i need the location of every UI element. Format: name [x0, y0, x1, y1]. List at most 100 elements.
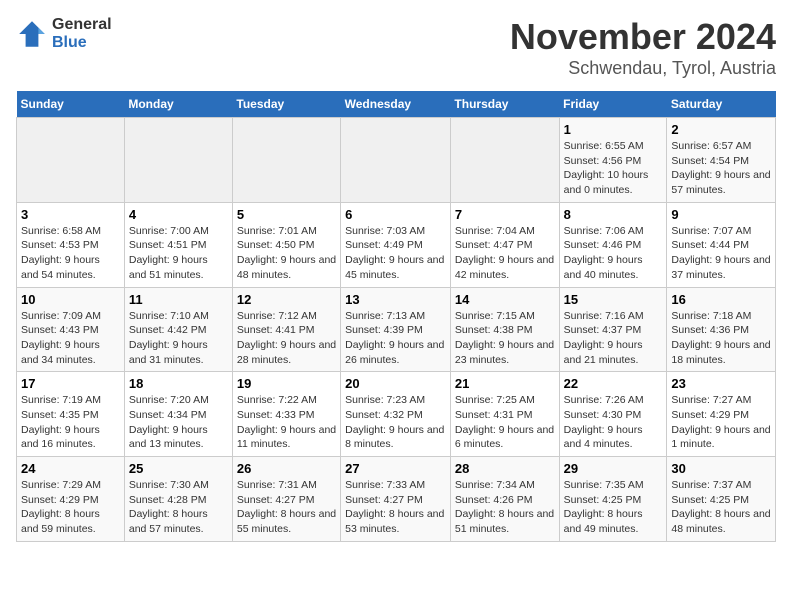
day-info: Sunrise: 7:27 AM Sunset: 4:29 PM Dayligh… — [671, 393, 771, 452]
calendar-week-row: 1 Sunrise: 6:55 AM Sunset: 4:56 PM Daylig… — [17, 118, 776, 203]
calendar-cell: 8 Sunrise: 7:06 AM Sunset: 4:46 PM Daylig… — [559, 202, 667, 287]
calendar-cell: 13 Sunrise: 7:13 AM Sunset: 4:39 PM Dayli… — [341, 287, 451, 372]
day-info: Sunrise: 7:13 AM Sunset: 4:39 PM Dayligh… — [345, 309, 446, 368]
day-info: Sunrise: 7:23 AM Sunset: 4:32 PM Dayligh… — [345, 393, 446, 452]
day-info: Sunrise: 7:25 AM Sunset: 4:31 PM Dayligh… — [455, 393, 555, 452]
day-number: 6 — [345, 207, 446, 222]
day-number: 26 — [237, 461, 336, 476]
day-number: 23 — [671, 376, 771, 391]
day-info: Sunrise: 7:00 AM Sunset: 4:51 PM Dayligh… — [129, 224, 228, 283]
day-info: Sunrise: 7:01 AM Sunset: 4:50 PM Dayligh… — [237, 224, 336, 283]
day-number: 1 — [564, 122, 663, 137]
calendar-cell: 27 Sunrise: 7:33 AM Sunset: 4:27 PM Dayli… — [341, 457, 451, 542]
calendar-cell: 2Sunrise: 6:57 AM Sunset: 4:54 PM Daylig… — [667, 118, 776, 203]
calendar-cell: 7 Sunrise: 7:04 AM Sunset: 4:47 PM Daylig… — [450, 202, 559, 287]
day-info: Sunrise: 7:22 AM Sunset: 4:33 PM Dayligh… — [237, 393, 336, 452]
logo: General Blue — [16, 16, 112, 51]
logo-blue-text: Blue — [52, 34, 112, 52]
weekday-header: Thursday — [450, 91, 559, 118]
calendar: SundayMondayTuesdayWednesdayThursdayFrid… — [16, 91, 776, 542]
day-number: 18 — [129, 376, 228, 391]
weekday-header: Friday — [559, 91, 667, 118]
calendar-cell: 30Sunrise: 7:37 AM Sunset: 4:25 PM Dayli… — [667, 457, 776, 542]
calendar-cell: 18Sunrise: 7:20 AM Sunset: 4:34 PM Dayli… — [124, 372, 232, 457]
calendar-cell — [450, 118, 559, 203]
day-info: Sunrise: 7:29 AM Sunset: 4:29 PM Dayligh… — [21, 478, 120, 537]
day-info: Sunrise: 7:03 AM Sunset: 4:49 PM Dayligh… — [345, 224, 446, 283]
day-number: 25 — [129, 461, 228, 476]
calendar-cell: 14 Sunrise: 7:15 AM Sunset: 4:38 PM Dayli… — [450, 287, 559, 372]
weekday-header: Sunday — [17, 91, 125, 118]
day-number: 28 — [455, 461, 555, 476]
day-number: 22 — [564, 376, 663, 391]
day-number: 19 — [237, 376, 336, 391]
day-info: Sunrise: 7:35 AM Sunset: 4:25 PM Dayligh… — [564, 478, 663, 537]
day-info: Sunrise: 7:16 AM Sunset: 4:37 PM Dayligh… — [564, 309, 663, 368]
day-number: 9 — [671, 207, 771, 222]
day-number: 20 — [345, 376, 446, 391]
calendar-cell: 24 Sunrise: 7:29 AM Sunset: 4:29 PM Dayli… — [17, 457, 125, 542]
day-info: Sunrise: 7:33 AM Sunset: 4:27 PM Dayligh… — [345, 478, 446, 537]
day-number: 11 — [129, 292, 228, 307]
day-info: Sunrise: 7:10 AM Sunset: 4:42 PM Dayligh… — [129, 309, 228, 368]
weekday-header: Monday — [124, 91, 232, 118]
day-info: Sunrise: 7:15 AM Sunset: 4:38 PM Dayligh… — [455, 309, 555, 368]
day-number: 16 — [671, 292, 771, 307]
day-number: 17 — [21, 376, 120, 391]
day-info: Sunrise: 7:06 AM Sunset: 4:46 PM Dayligh… — [564, 224, 663, 283]
calendar-cell: 9Sunrise: 7:07 AM Sunset: 4:44 PM Daylig… — [667, 202, 776, 287]
calendar-cell: 3Sunrise: 6:58 AM Sunset: 4:53 PM Daylig… — [17, 202, 125, 287]
location-title: Schwendau, Tyrol, Austria — [510, 58, 776, 79]
calendar-cell: 12 Sunrise: 7:12 AM Sunset: 4:41 PM Dayli… — [232, 287, 340, 372]
day-info: Sunrise: 7:30 AM Sunset: 4:28 PM Dayligh… — [129, 478, 228, 537]
logo-general-text: General — [52, 16, 112, 34]
calendar-cell: 23 Sunrise: 7:27 AM Sunset: 4:29 PM Dayli… — [667, 372, 776, 457]
calendar-cell: 1 Sunrise: 6:55 AM Sunset: 4:56 PM Daylig… — [559, 118, 667, 203]
day-info: Sunrise: 7:04 AM Sunset: 4:47 PM Dayligh… — [455, 224, 555, 283]
day-info: Sunrise: 7:34 AM Sunset: 4:26 PM Dayligh… — [455, 478, 555, 537]
calendar-week-row: 17Sunrise: 7:19 AM Sunset: 4:35 PM Dayli… — [17, 372, 776, 457]
calendar-cell: 6 Sunrise: 7:03 AM Sunset: 4:49 PM Daylig… — [341, 202, 451, 287]
calendar-header-row: SundayMondayTuesdayWednesdayThursdayFrid… — [17, 91, 776, 118]
calendar-cell: 5Sunrise: 7:01 AM Sunset: 4:50 PM Daylig… — [232, 202, 340, 287]
day-info: Sunrise: 7:18 AM Sunset: 4:36 PM Dayligh… — [671, 309, 771, 368]
month-title: November 2024 — [510, 16, 776, 58]
day-number: 8 — [564, 207, 663, 222]
calendar-cell — [17, 118, 125, 203]
calendar-cell: 19 Sunrise: 7:22 AM Sunset: 4:33 PM Dayli… — [232, 372, 340, 457]
calendar-cell: 4 Sunrise: 7:00 AM Sunset: 4:51 PM Daylig… — [124, 202, 232, 287]
day-number: 12 — [237, 292, 336, 307]
calendar-cell: 28 Sunrise: 7:34 AM Sunset: 4:26 PM Dayli… — [450, 457, 559, 542]
calendar-cell: 16 Sunrise: 7:18 AM Sunset: 4:36 PM Dayli… — [667, 287, 776, 372]
calendar-cell — [341, 118, 451, 203]
day-number: 13 — [345, 292, 446, 307]
day-number: 14 — [455, 292, 555, 307]
logo-icon — [16, 18, 48, 50]
day-number: 30 — [671, 461, 771, 476]
calendar-week-row: 10Sunrise: 7:09 AM Sunset: 4:43 PM Dayli… — [17, 287, 776, 372]
day-number: 7 — [455, 207, 555, 222]
day-info: Sunrise: 6:58 AM Sunset: 4:53 PM Dayligh… — [21, 224, 120, 283]
day-number: 24 — [21, 461, 120, 476]
day-number: 4 — [129, 207, 228, 222]
calendar-cell: 17Sunrise: 7:19 AM Sunset: 4:35 PM Dayli… — [17, 372, 125, 457]
title-area: November 2024 Schwendau, Tyrol, Austria — [510, 16, 776, 79]
calendar-cell — [124, 118, 232, 203]
calendar-cell: 29 Sunrise: 7:35 AM Sunset: 4:25 PM Dayli… — [559, 457, 667, 542]
weekday-header: Wednesday — [341, 91, 451, 118]
calendar-week-row: 24 Sunrise: 7:29 AM Sunset: 4:29 PM Dayli… — [17, 457, 776, 542]
calendar-cell: 11 Sunrise: 7:10 AM Sunset: 4:42 PM Dayli… — [124, 287, 232, 372]
day-info: Sunrise: 6:55 AM Sunset: 4:56 PM Dayligh… — [564, 139, 663, 198]
calendar-cell: 10Sunrise: 7:09 AM Sunset: 4:43 PM Dayli… — [17, 287, 125, 372]
calendar-cell: 15 Sunrise: 7:16 AM Sunset: 4:37 PM Dayli… — [559, 287, 667, 372]
day-number: 29 — [564, 461, 663, 476]
weekday-header: Saturday — [667, 91, 776, 118]
day-info: Sunrise: 7:12 AM Sunset: 4:41 PM Dayligh… — [237, 309, 336, 368]
day-number: 15 — [564, 292, 663, 307]
day-number: 2 — [671, 122, 771, 137]
calendar-cell: 20 Sunrise: 7:23 AM Sunset: 4:32 PM Dayli… — [341, 372, 451, 457]
day-number: 27 — [345, 461, 446, 476]
calendar-week-row: 3Sunrise: 6:58 AM Sunset: 4:53 PM Daylig… — [17, 202, 776, 287]
day-number: 10 — [21, 292, 120, 307]
calendar-cell: 25 Sunrise: 7:30 AM Sunset: 4:28 PM Dayli… — [124, 457, 232, 542]
